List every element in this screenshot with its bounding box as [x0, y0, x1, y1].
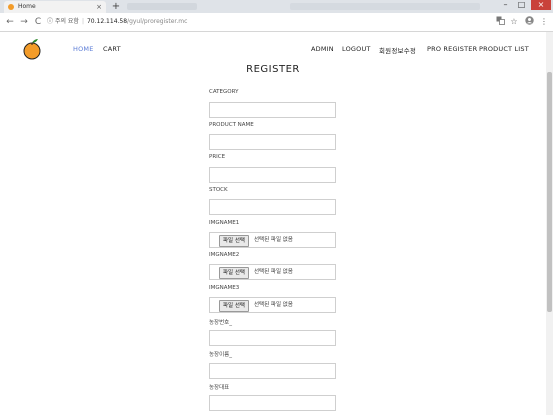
- imgname2-label: IMGNAME2: [209, 252, 240, 258]
- browser-toolbar: ← → C ⓘ 주의 요함 | 70.12.114.58/gyul/proregis…: [0, 13, 553, 32]
- category-label: CATEGORY: [209, 89, 239, 95]
- favicon-icon: [8, 4, 14, 10]
- minimize-button[interactable]: –: [498, 0, 513, 10]
- background-window-bar: [290, 3, 480, 10]
- nav-cart[interactable]: CART: [103, 45, 121, 53]
- tab-title: Home: [18, 3, 36, 10]
- imgname2-file-status: 선택된 파일 없음: [254, 269, 293, 275]
- translate-icon[interactable]: [494, 16, 506, 28]
- forward-icon[interactable]: →: [18, 16, 30, 28]
- imgname1-label: IMGNAME1: [209, 220, 240, 226]
- url-path: /gyul/proregister.mc: [127, 18, 188, 25]
- nav-admin[interactable]: ADMIN: [311, 45, 334, 53]
- imgname3-file-input[interactable]: 파일 선택 선택된 파일 없음: [209, 297, 336, 313]
- farm-name-input[interactable]: [209, 363, 336, 379]
- bookmark-star-icon[interactable]: ☆: [508, 16, 520, 28]
- farm-representative-label: 농장대표: [209, 385, 230, 391]
- info-icon[interactable]: ⓘ: [47, 18, 53, 25]
- farm-name-label: 농장이름_: [209, 352, 232, 358]
- farm-number-label: 농장번호_: [209, 320, 232, 326]
- farm-number-input[interactable]: [209, 330, 336, 346]
- category-input[interactable]: [209, 102, 336, 118]
- profile-icon[interactable]: [523, 16, 535, 28]
- background-tab-bar: [127, 3, 197, 10]
- product-name-input[interactable]: [209, 134, 336, 150]
- security-label: 주의 요함: [54, 18, 79, 25]
- farm-representative-input[interactable]: [209, 395, 336, 411]
- new-tab-button[interactable]: +: [110, 2, 122, 12]
- price-label: PRICE: [209, 154, 226, 160]
- imgname1-choose-file-button[interactable]: 파일 선택: [219, 235, 249, 247]
- stock-input[interactable]: [209, 199, 336, 215]
- imgname1-file-status: 선택된 파일 없음: [254, 237, 293, 243]
- page-viewport: HOME CART ADMIN LOGOUT 회원정보수정 PRO REGIST…: [0, 32, 546, 415]
- nav-home[interactable]: HOME: [73, 45, 94, 53]
- nav-member-info-edit[interactable]: 회원정보수정: [379, 45, 416, 55]
- page-scrollbar[interactable]: [546, 32, 553, 415]
- stock-label: STOCK: [209, 187, 228, 193]
- url-host: 70.12.114.58: [86, 18, 128, 25]
- imgname3-file-status: 선택된 파일 없음: [254, 302, 293, 308]
- tangerine-logo-icon[interactable]: [22, 38, 42, 60]
- window-close-button[interactable]: ×: [531, 0, 551, 10]
- browser-tab-bar: Home × + – □ ×: [0, 0, 553, 13]
- imgname2-choose-file-button[interactable]: 파일 선택: [219, 267, 249, 279]
- imgname2-file-input[interactable]: 파일 선택 선택된 파일 없음: [209, 264, 336, 280]
- address-bar[interactable]: ⓘ 주의 요함 | 70.12.114.58/gyul/proregister.mc: [47, 15, 507, 29]
- reload-icon[interactable]: C: [32, 16, 44, 28]
- price-input[interactable]: [209, 167, 336, 183]
- scrollbar-thumb[interactable]: [547, 72, 552, 312]
- nav-pro-register[interactable]: PRO REGISTER: [427, 45, 477, 53]
- page-title: REGISTER: [246, 64, 300, 75]
- imgname3-choose-file-button[interactable]: 파일 선택: [219, 300, 249, 312]
- menu-icon[interactable]: ⋮: [538, 16, 550, 28]
- back-icon[interactable]: ←: [4, 16, 16, 28]
- imgname1-file-input[interactable]: 파일 선택 선택된 파일 없음: [209, 232, 336, 248]
- product-name-label: PRODUCT NAME: [209, 122, 254, 128]
- nav-product-list[interactable]: PRODUCT LIST: [479, 45, 529, 53]
- url-separator: |: [81, 18, 84, 25]
- imgname3-label: IMGNAME3: [209, 285, 240, 291]
- maximize-button[interactable]: □: [514, 0, 529, 10]
- browser-tab[interactable]: Home ×: [4, 1, 106, 13]
- tab-close-icon[interactable]: ×: [96, 1, 102, 13]
- nav-logout[interactable]: LOGOUT: [342, 45, 371, 53]
